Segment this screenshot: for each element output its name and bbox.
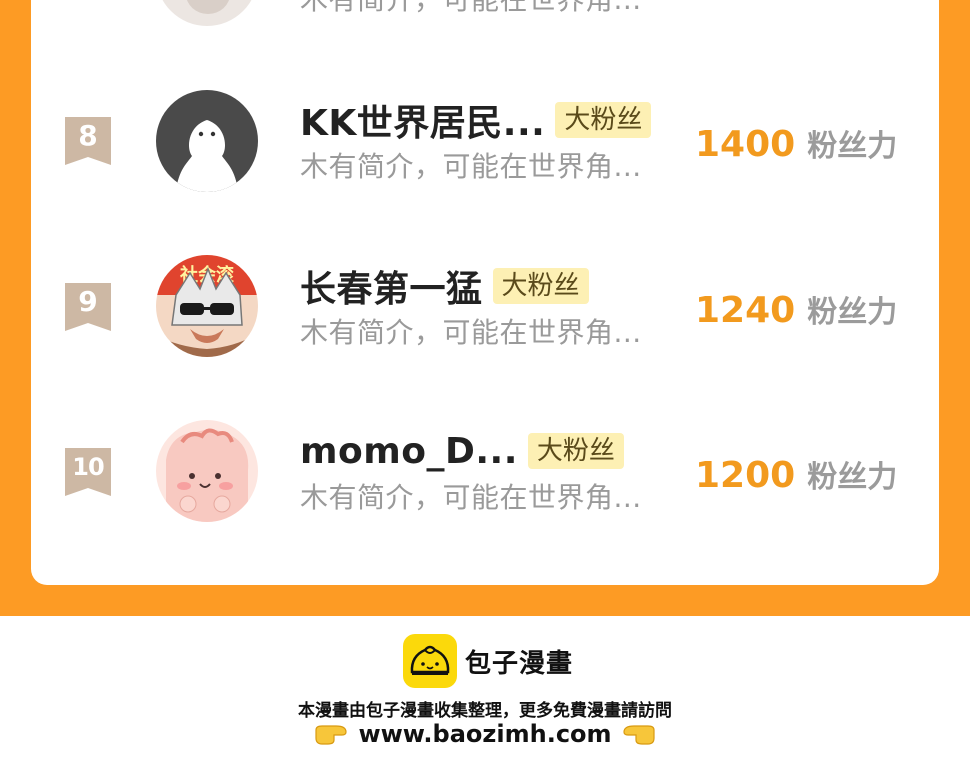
fan-level-badge: 大粉丝 [527,433,624,469]
rank-number: 8 [78,119,98,152]
fan-power-unit: 粉丝力 [807,460,898,495]
user-name-line: 长春第一猛 大粉丝 [300,264,589,310]
user-name[interactable]: momo_D... [300,431,518,472]
rank-badge: 8 [65,117,111,165]
sunglasses-cartoon-avatar[interactable]: 社会滚 [156,255,258,357]
site-url-link[interactable]: www.baozimh.com [358,720,611,748]
fan-level-badge: 大粉丝 [492,268,589,304]
user-name-line: momo_D... 大粉丝 [300,429,624,473]
user-name[interactable]: KK世界居民... [300,94,545,146]
user-name[interactable]: 长春第一猛 [300,260,483,312]
fan-power-value: 1400 [695,124,796,165]
rank-badge: 9 [65,283,111,331]
fan-power-value: 1240 [695,290,796,331]
rank-number: 10 [72,453,104,481]
fan-power: 1400 粉丝力 [695,121,897,165]
footer: 包子漫畫 本漫畫由包子漫畫收集整理，更多免費漫畫請訪問 www.baozimh.… [0,616,970,768]
url-line: www.baozimh.com [0,720,970,748]
fan-power: 1240 粉丝力 [695,287,897,331]
brand[interactable]: 包子漫畫 [403,634,573,688]
white-ghost-avatar[interactable] [156,90,258,192]
user-bio: 木有简介，可能在世界角... [300,150,642,183]
fan-power-value: 1200 [695,455,796,496]
pointing-left-hand-icon [622,725,655,745]
pointing-right-hand-icon [315,725,348,745]
list-item[interactable]: 8 KK世界居民... 大粉丝 木有简介，可能在世界角... 1400 粉丝力 [0,87,970,197]
list-item[interactable]: 9 社会滚 长春第一猛 大粉丝 木有简介，可能在世界角... 1240 粉丝力 [0,252,970,362]
user-bio: 木有简介，可能在世界角... [300,481,642,514]
fan-power: 1200 粉丝力 [695,452,897,496]
fan-level-badge: 大粉丝 [555,102,652,138]
pink-blob-avatar[interactable] [156,420,258,522]
rank-number: 9 [78,285,98,318]
user-name-line: KK世界居民... 大粉丝 [300,98,652,144]
partial-row-bio: 木有简介，可能在世界角... [300,0,642,17]
fan-power-unit: 粉丝力 [807,129,898,164]
user-bio: 木有简介，可能在世界角... [300,316,642,349]
brand-name: 包子漫畫 [465,648,574,679]
rank-badge: 10 [65,448,111,496]
list-item[interactable]: 10 momo_D... 大粉丝 木有简介，可能在世界角... 1200 粉丝力 [0,418,970,528]
fan-power-unit: 粉丝力 [807,295,898,330]
bun-logo-icon [403,634,457,688]
slogan-text: 本漫畫由包子漫畫收集整理，更多免費漫畫請訪問 [298,701,672,721]
